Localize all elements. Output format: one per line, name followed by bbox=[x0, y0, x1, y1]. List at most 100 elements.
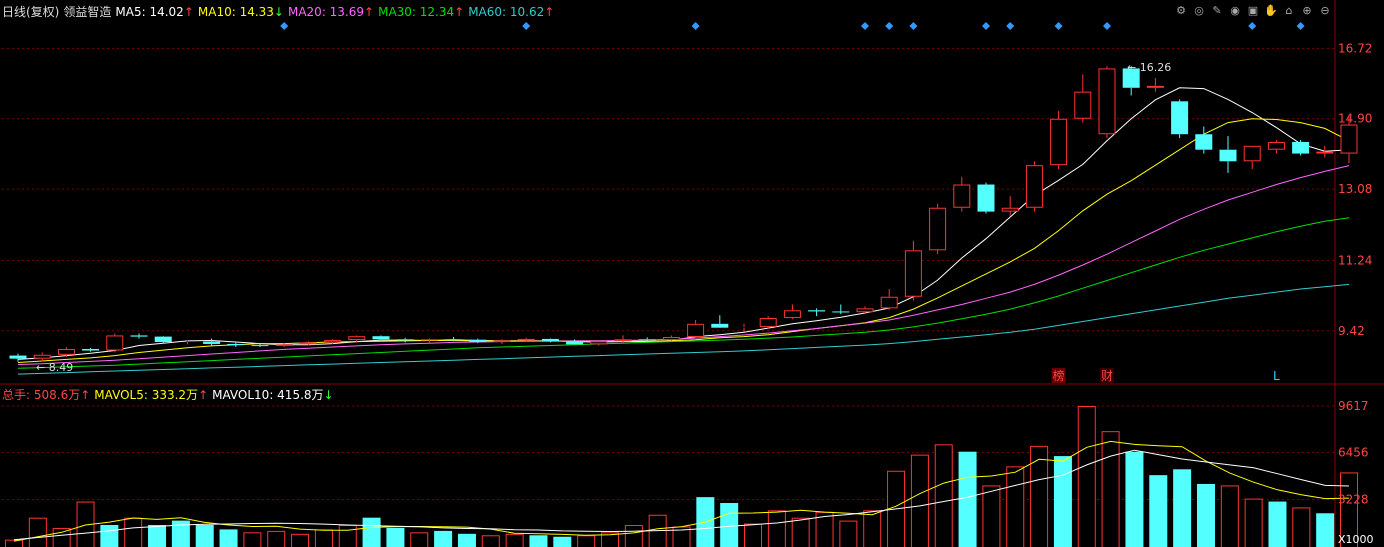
event-markers[interactable]: 榜财L bbox=[280, 22, 1305, 383]
volume-bar[interactable] bbox=[1006, 466, 1025, 547]
volume-bar[interactable] bbox=[52, 527, 71, 547]
candle[interactable] bbox=[1195, 126, 1213, 154]
volume-bar[interactable] bbox=[481, 535, 500, 547]
volume-bar[interactable] bbox=[934, 444, 953, 547]
volume-bar[interactable] bbox=[124, 517, 143, 547]
volume-bar[interactable] bbox=[100, 525, 119, 547]
candle[interactable] bbox=[1267, 140, 1285, 154]
volume-bar[interactable] bbox=[434, 530, 453, 547]
candle[interactable] bbox=[9, 353, 27, 362]
volume-bar[interactable] bbox=[1125, 451, 1144, 547]
candle[interactable] bbox=[711, 315, 729, 328]
event-marker-diamond[interactable] bbox=[909, 22, 918, 30]
volume-bar[interactable] bbox=[982, 485, 1001, 547]
volume-bar[interactable] bbox=[148, 525, 167, 547]
volume-bar[interactable] bbox=[243, 532, 262, 547]
candle[interactable] bbox=[1171, 99, 1189, 139]
volume-bar[interactable] bbox=[1292, 507, 1311, 547]
volume-bar[interactable] bbox=[1030, 445, 1049, 547]
volume-bar[interactable] bbox=[410, 532, 429, 547]
volume-bar[interactable] bbox=[1244, 498, 1263, 547]
candle[interactable] bbox=[1146, 78, 1164, 92]
event-marker-diamond[interactable] bbox=[1006, 22, 1015, 30]
candle[interactable] bbox=[1316, 145, 1334, 158]
event-marker-diamond[interactable] bbox=[1054, 22, 1063, 30]
volume-bar[interactable] bbox=[744, 523, 763, 547]
target-icon[interactable]: ◎ bbox=[1192, 4, 1206, 18]
candle[interactable] bbox=[904, 240, 922, 301]
candle[interactable] bbox=[1025, 161, 1043, 212]
period-label[interactable]: 日线(复权) bbox=[2, 5, 59, 19]
event-marker-diamond[interactable] bbox=[885, 22, 894, 30]
volume-bar[interactable] bbox=[863, 510, 882, 547]
volume-bars[interactable] bbox=[5, 406, 1358, 547]
pen-icon[interactable]: ✎ bbox=[1210, 4, 1224, 18]
event-marker-diamond[interactable] bbox=[1296, 22, 1305, 30]
volume-bar[interactable] bbox=[553, 536, 572, 547]
event-marker-diamond[interactable] bbox=[691, 22, 700, 30]
volume-bar[interactable] bbox=[505, 533, 524, 547]
candle[interactable] bbox=[130, 333, 148, 339]
event-marker-diamond[interactable] bbox=[861, 22, 869, 30]
zoom-in-icon[interactable]: ⊕ bbox=[1300, 4, 1314, 18]
candle[interactable] bbox=[1292, 140, 1310, 156]
volume-bar[interactable] bbox=[1053, 456, 1072, 547]
volume-bar[interactable] bbox=[267, 530, 286, 547]
candle[interactable] bbox=[783, 304, 801, 320]
volume-bar[interactable] bbox=[5, 539, 23, 547]
candle[interactable] bbox=[1243, 145, 1261, 170]
volume-bar[interactable] bbox=[791, 517, 810, 547]
stock-chart[interactable]: ← 16.26 ← 8.49 9.42 11.24 13.08 14.90 16.72 32… bbox=[0, 0, 1384, 547]
candle[interactable] bbox=[154, 336, 172, 344]
volume-bar[interactable] bbox=[624, 525, 643, 547]
volume-bar[interactable] bbox=[767, 510, 786, 547]
candle[interactable] bbox=[1219, 136, 1237, 173]
candle[interactable] bbox=[1074, 74, 1092, 123]
candle[interactable] bbox=[541, 338, 559, 343]
candle[interactable] bbox=[251, 343, 269, 348]
lock-icon[interactable]: ⌂ bbox=[1282, 4, 1296, 18]
hand-icon[interactable]: ✋ bbox=[1264, 4, 1278, 18]
volume-bar[interactable] bbox=[958, 451, 977, 547]
volume-bar[interactable] bbox=[1316, 513, 1335, 547]
candle[interactable] bbox=[880, 289, 898, 310]
event-marker-diamond[interactable] bbox=[1103, 22, 1111, 30]
event-label[interactable]: 榜 bbox=[1053, 368, 1065, 383]
candle[interactable] bbox=[856, 306, 874, 314]
candle[interactable] bbox=[687, 319, 705, 339]
volume-bar[interactable] bbox=[457, 533, 476, 547]
volume-bar[interactable] bbox=[362, 517, 381, 547]
zoom-out-icon[interactable]: ⊖ bbox=[1318, 4, 1332, 18]
candles[interactable]: ← 16.26 ← 8.49 bbox=[9, 61, 1358, 374]
volume-bar[interactable] bbox=[529, 535, 548, 547]
candle[interactable] bbox=[953, 176, 971, 212]
candle[interactable] bbox=[832, 304, 850, 315]
volume-bar[interactable] bbox=[720, 503, 739, 547]
volume-bar[interactable] bbox=[219, 529, 238, 547]
candle[interactable] bbox=[227, 342, 245, 348]
candle[interactable] bbox=[1098, 66, 1116, 139]
candle[interactable] bbox=[203, 338, 221, 346]
volume-bar[interactable] bbox=[1220, 485, 1239, 547]
volume-bar[interactable] bbox=[338, 525, 357, 547]
candle[interactable] bbox=[106, 333, 124, 353]
volume-bar[interactable] bbox=[1077, 406, 1096, 547]
candle[interactable] bbox=[566, 339, 584, 345]
volume-bar[interactable] bbox=[910, 454, 929, 547]
volume-bar[interactable] bbox=[314, 529, 333, 547]
volume-bar[interactable] bbox=[386, 527, 405, 547]
volume-bar[interactable] bbox=[291, 533, 310, 547]
candle[interactable] bbox=[759, 316, 777, 329]
eye-icon[interactable]: ◉ bbox=[1228, 4, 1242, 18]
event-marker-diamond[interactable] bbox=[522, 22, 531, 30]
volume-bar[interactable] bbox=[1196, 483, 1215, 547]
event-marker-diamond[interactable] bbox=[982, 22, 990, 30]
candle[interactable] bbox=[929, 203, 947, 255]
event-label[interactable]: 财 bbox=[1101, 369, 1113, 383]
volume-bar[interactable] bbox=[577, 535, 596, 547]
volume-bar[interactable] bbox=[1149, 475, 1168, 547]
candle[interactable] bbox=[808, 308, 826, 317]
candle[interactable] bbox=[493, 339, 511, 344]
candle[interactable] bbox=[82, 347, 100, 352]
volume-bar[interactable] bbox=[1173, 469, 1192, 547]
